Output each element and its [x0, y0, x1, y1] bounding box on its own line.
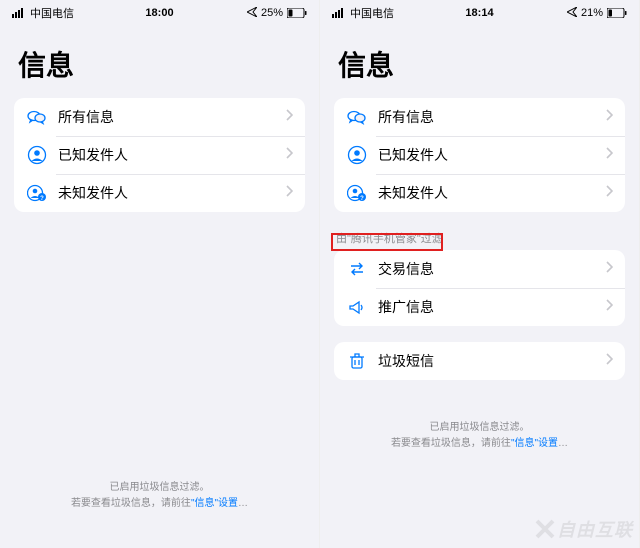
chevron-right-icon: [606, 146, 613, 164]
row-unknown-senders[interactable]: ? 未知发件人: [334, 174, 625, 212]
chevron-right-icon: [606, 352, 613, 370]
signal-icon: [12, 8, 26, 18]
row-transactions[interactable]: 交易信息: [334, 250, 625, 288]
carrier-label: 中国电信: [30, 5, 74, 21]
chevron-right-icon: [286, 146, 293, 164]
footer-line2a: 若要查看垃圾信息，请前往: [71, 498, 191, 509]
status-bar: 中国电信 18:00 25%: [0, 0, 319, 26]
row-promotions[interactable]: 推广信息: [334, 288, 625, 326]
watermark-x-icon: [535, 519, 555, 539]
chevron-right-icon: [606, 108, 613, 126]
location-icon: [567, 7, 577, 20]
footer-line2a: 若要查看垃圾信息，请前往: [391, 438, 511, 449]
row-known-senders[interactable]: 已知发件人: [14, 136, 305, 174]
chevron-right-icon: [606, 260, 613, 278]
location-icon: [247, 7, 257, 20]
person-question-icon: ?: [346, 182, 368, 204]
chevron-right-icon: [286, 108, 293, 126]
filter-group-junk: 垃圾短信: [334, 342, 625, 380]
battery-icon: [287, 8, 307, 18]
clock: 18:00: [145, 7, 173, 19]
person-question-icon: ?: [26, 182, 48, 204]
trash-icon: [346, 350, 368, 372]
watermark-text: 自由互联: [557, 516, 633, 542]
status-bar: 中国电信 18:14 21%: [320, 0, 639, 26]
row-label: 已知发件人: [378, 145, 606, 165]
phone-left: 中国电信 18:00 25% 信息 所有信息 已知发件人: [0, 0, 320, 548]
row-label: 未知发件人: [378, 183, 606, 203]
signal-icon: [332, 8, 346, 18]
transfer-arrows-icon: [346, 258, 368, 280]
row-junk[interactable]: 垃圾短信: [334, 342, 625, 380]
row-unknown-senders[interactable]: ? 未知发件人: [14, 174, 305, 212]
footer-line2b: …: [238, 498, 248, 509]
page-title: 信息: [320, 26, 639, 98]
battery-icon: [607, 8, 627, 18]
clock: 18:14: [465, 7, 493, 19]
page-title: 信息: [0, 26, 319, 98]
footer-settings-link[interactable]: "信息"设置: [511, 438, 558, 449]
svg-text:?: ?: [360, 196, 364, 202]
chevron-right-icon: [286, 184, 293, 202]
chevron-right-icon: [606, 298, 613, 316]
filter-group-main: 所有信息 已知发件人 ? 未知发件人: [334, 98, 625, 212]
watermark: 自由互联: [535, 516, 633, 542]
svg-text:?: ?: [40, 196, 44, 202]
row-all-messages[interactable]: 所有信息: [334, 98, 625, 136]
section-label-tencent: 由"腾讯手机管家"过滤: [320, 228, 639, 250]
megaphone-icon: [346, 296, 368, 318]
chat-bubbles-icon: [26, 106, 48, 128]
footer-line2b: …: [558, 438, 568, 449]
row-label: 交易信息: [378, 259, 606, 279]
battery-percent: 21%: [581, 7, 603, 19]
footer-settings-link[interactable]: "信息"设置: [191, 498, 238, 509]
filter-group-tencent: 交易信息 推广信息: [334, 250, 625, 326]
row-label: 未知发件人: [58, 183, 286, 203]
footer-note: 已启用垃圾信息过滤。 若要查看垃圾信息，请前往"信息"设置…: [0, 480, 319, 512]
person-circle-icon: [346, 144, 368, 166]
footer-note: 已启用垃圾信息过滤。 若要查看垃圾信息，请前往"信息"设置…: [320, 420, 639, 452]
footer-line1: 已启用垃圾信息过滤。: [0, 480, 319, 496]
filter-group-main: 所有信息 已知发件人 ? 未知发件人: [14, 98, 305, 212]
row-label: 所有信息: [58, 107, 286, 127]
row-label: 所有信息: [378, 107, 606, 127]
chevron-right-icon: [606, 184, 613, 202]
phone-right: 中国电信 18:14 21% 信息 所有信息 已知发件人: [320, 0, 640, 548]
person-circle-icon: [26, 144, 48, 166]
footer-line1: 已启用垃圾信息过滤。: [320, 420, 639, 436]
chat-bubbles-icon: [346, 106, 368, 128]
carrier-label: 中国电信: [350, 5, 394, 21]
row-known-senders[interactable]: 已知发件人: [334, 136, 625, 174]
row-label: 已知发件人: [58, 145, 286, 165]
row-all-messages[interactable]: 所有信息: [14, 98, 305, 136]
row-label: 垃圾短信: [378, 351, 606, 371]
battery-percent: 25%: [261, 7, 283, 19]
row-label: 推广信息: [378, 297, 606, 317]
